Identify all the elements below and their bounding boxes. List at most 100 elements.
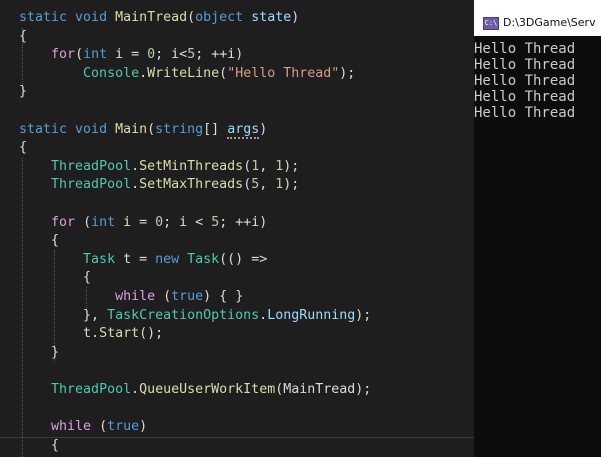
code-token: }, [19,307,108,323]
code-line[interactable]: } [19,82,27,101]
code-token: int [91,214,124,230]
code-token: ( [99,419,108,435]
console-output-line: Hello Thread [474,41,576,57]
code-token: ( [187,10,196,25]
code-token: ( [83,214,92,230]
code-token: ) [291,10,300,25]
code-line[interactable]: { [19,138,27,157]
code-token: i = [115,47,148,63]
code-token: ); [283,158,300,174]
code-token: t = [123,251,156,267]
code-token: { [19,233,60,249]
code-token: [] [203,121,228,137]
code-token: ( [75,47,84,63]
console-output-line: Hello Thread [474,105,576,121]
code-line[interactable]: } [19,343,59,362]
code-token: state [251,10,292,25]
code-token: WriteLine [147,65,220,81]
code-token: Task [187,251,220,267]
code-token: ( [243,158,252,174]
code-line[interactable]: ThreadPool.QueueUserWorkItem(MainTread); [19,380,371,399]
console-window[interactable]: C:\ D:\3DGame\Serv Hello Thread Hello Thr… [474,0,601,457]
code-line[interactable]: ThreadPool.SetMinThreads(1, 1); [19,157,299,176]
code-token: ( [163,289,172,304]
code-token: ) [139,419,148,435]
code-token: (); [139,326,164,342]
current-line-indicator [0,437,474,438]
code-line[interactable]: Console.WriteLine("Hello Thread"); [19,64,355,83]
code-token: object [195,10,252,25]
code-line[interactable]: while (true) { } [19,287,243,306]
code-line[interactable]: static void MainTread(object state) [19,8,299,27]
code-token: } [19,344,60,360]
code-line[interactable]: { [19,231,59,250]
code-token: Task [83,251,124,267]
code-token: void [75,121,116,137]
code-line[interactable]: { [19,27,27,46]
code-line[interactable]: }, TaskCreationOptions.LongRunning); [19,306,371,325]
code-token: ; ++i) [219,214,268,230]
code-token: . [131,177,140,193]
code-token: ; i< [155,47,188,63]
code-token: { [19,437,60,453]
code-token: ( [243,177,252,193]
code-token: Start [99,326,140,342]
console-titlebar[interactable]: C:\ D:\3DGame\Serv [474,0,601,36]
code-line[interactable]: t.Start(); [19,324,163,343]
code-token: ) [259,121,268,137]
code-token: string [155,121,204,137]
code-line[interactable]: { [19,436,59,455]
code-token: ); [339,65,356,81]
code-token: i = [123,214,156,230]
code-line[interactable]: static void Main(string[] args) [19,120,267,139]
code-token: for [51,47,76,63]
code-token: args [227,121,260,139]
code-token: ; i < [163,214,212,230]
code-token: void [75,10,116,25]
code-line[interactable]: ThreadPool.SetMaxThreads(5, 1); [19,175,299,194]
code-token: ) { } [203,289,244,304]
code-token: TaskCreationOptions [107,307,260,323]
code-token: { [19,140,28,156]
code-token: , [259,177,276,193]
code-token: . [131,382,140,397]
code-line[interactable]: { [19,268,91,287]
code-line[interactable]: Task t = new Task(() => [19,250,267,269]
code-token: MainTread [115,10,188,25]
code-token: ; ++i) [195,47,244,63]
code-token: . [259,307,268,323]
code-token: while [51,419,100,435]
code-line[interactable]: while (true) [19,417,147,436]
console-title: D:\3DGame\Serv [503,16,596,29]
console-output-line: Hello Thread [474,89,576,105]
code-token: while [115,289,164,304]
console-output-line: Hello Thread [474,57,576,73]
code-token: Console [83,65,140,81]
code-token: ThreadPool [51,382,132,397]
code-token: int [83,47,116,63]
code-editor[interactable]: static void MainTread(object state){ for… [0,0,474,457]
code-token: 0 [155,214,164,230]
code-line[interactable]: for (int i = 0; i < 5; ++i) [19,213,267,232]
code-token: ( [219,65,228,81]
code-token: true [171,289,204,304]
code-line[interactable]: for(int i = 0; i<5; ++i) [19,45,243,64]
code-token: Main [115,121,148,137]
code-token: . [139,65,148,81]
console-output-line: Hello Thread [474,73,576,89]
code-token: ); [283,177,300,193]
code-token: static [19,121,76,137]
code-token: ThreadPool [51,177,132,193]
code-token: SetMaxThreads [139,177,244,193]
code-token: ThreadPool [51,158,132,174]
code-token: , [259,158,276,174]
